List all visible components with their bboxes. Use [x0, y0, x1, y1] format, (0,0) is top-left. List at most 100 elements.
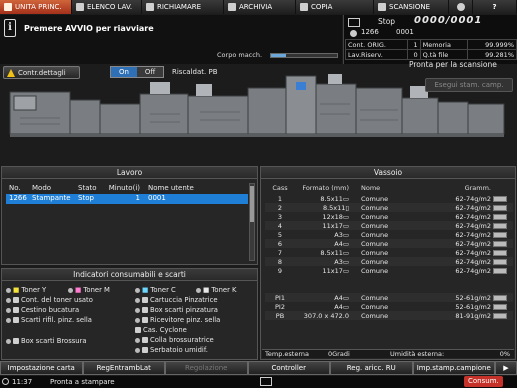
paper-level-icon: [493, 312, 507, 319]
staple-waste-indicator: Box scarti pinzatura: [135, 306, 218, 314]
paper-level-icon: [493, 195, 507, 202]
duplex-adjust-button[interactable]: RegEntrambLat: [82, 361, 165, 375]
tray-panel: Vassoio Cass Formato (mm) Nome Gramm. 1 8…: [260, 166, 516, 360]
status-dot-icon: [6, 307, 11, 313]
warning-icon: [7, 68, 15, 77]
scan-icon: [378, 3, 386, 11]
tab-copia[interactable]: COPIA: [296, 0, 374, 14]
paper-level-icon: [493, 303, 507, 310]
tab-archivia[interactable]: ARCHIVIA: [224, 0, 296, 14]
table-row[interactable]: 1 8.5x11▭ Comune 62-74g/m2: [265, 194, 513, 203]
paper-level-icon: [493, 213, 507, 220]
table-row[interactable]: PB 307.0 x 472.0 Comune 81-91g/m2: [265, 311, 513, 320]
table-row[interactable]: PI1 A4▭ Comune 52-61g/m2: [265, 293, 513, 302]
tab-label: ELENCO LAV.: [87, 3, 133, 11]
job-list-icon: [76, 3, 84, 11]
tab-elenco-lav[interactable]: ELENCO LAV.: [72, 0, 142, 14]
top-tab-bar: UNITA PRINC. ELENCO LAV. RICHIAMARE ARCH…: [0, 0, 517, 14]
sample-print-button[interactable]: Esegui stam. camp.: [425, 78, 513, 92]
status-dot-icon: [135, 317, 140, 323]
tab-label: RICHIAMARE: [157, 3, 202, 11]
tray-format: 8.5x11▭: [320, 194, 349, 203]
tray-paper-name: Comune: [361, 248, 389, 257]
heater-off-button[interactable]: Off: [137, 67, 163, 77]
status-dot-icon: [135, 297, 140, 303]
tray-weight: 62-74g/m2: [455, 266, 491, 275]
help-icon: ?: [492, 3, 497, 11]
tray-format: 8.5x11▯: [322, 203, 349, 212]
status-dot-icon: [135, 287, 140, 293]
heater-toggle: On Off: [110, 66, 164, 78]
tab-richiamare[interactable]: RICHIAMARE: [142, 0, 224, 14]
table-row[interactable]: 4 11x17▭ Comune 62-74g/m2: [265, 221, 513, 230]
table-row[interactable]: 7 8.5x11▭ Comune 62-74g/m2: [265, 248, 513, 257]
table-row[interactable]: 6 A4▭ Comune 62-74g/m2: [265, 239, 513, 248]
waste-toner-indicator: Cont. del toner usato: [6, 296, 93, 304]
details-check-label: Contr.dettagli: [18, 68, 66, 77]
machine-status-panel: Stop 0000/0001 1266 0001 Cont. ORIG. 1 M…: [343, 15, 517, 64]
temp-value: 0Gradi: [328, 350, 350, 358]
toner-c-label: Toner C: [150, 286, 176, 294]
tray-paper-name: Comune: [361, 212, 389, 221]
next-page-button[interactable]: ▶: [495, 361, 517, 375]
job-mode: Stampante: [32, 194, 71, 202]
tab-label: ARCHIVIA: [239, 3, 273, 11]
humidity-label: Umidità esterna:: [390, 350, 445, 358]
controller-button[interactable]: Controller: [247, 361, 330, 375]
status-dot-icon: [135, 307, 140, 313]
table-row[interactable]: 2 8.5x11▯ Comune 62-74g/m2: [265, 203, 513, 212]
details-check-button[interactable]: Contr.dettagli: [3, 66, 80, 79]
tray-paper-name: Comune: [361, 311, 389, 320]
tray-paper-name: Comune: [361, 266, 389, 275]
heater-on-button[interactable]: On: [111, 67, 137, 77]
tray-panel-title: Vassoio: [261, 167, 515, 179]
tray-weight: 62-74g/m2: [455, 248, 491, 257]
table-row[interactable]: 5 A3▭ Comune 62-74g/m2: [265, 230, 513, 239]
job-minutes: 1: [135, 194, 140, 202]
tray-id: 1: [277, 194, 283, 203]
tab-scansione[interactable]: SCANSIONE: [374, 0, 449, 14]
tray-format: A4▭: [334, 293, 349, 302]
humidity-value: 0%: [499, 350, 510, 358]
header-user: Nome utente: [148, 184, 194, 192]
tray-id: 2: [277, 203, 283, 212]
scan-ready-text: Pronta per la scansione: [409, 60, 497, 69]
tray-id: 5: [277, 230, 283, 239]
paper-level-icon: [493, 258, 507, 265]
header-mode: Modo: [32, 184, 52, 192]
tray-format: A4▭: [334, 239, 349, 248]
lav-riserv-label: Lav.Riserv.: [345, 49, 408, 60]
tab-unita-princ[interactable]: UNITA PRINC.: [0, 0, 72, 14]
tray-weight: 62-74g/m2: [455, 221, 491, 230]
waste-toner-label: Cont. del toner usato: [21, 296, 93, 304]
table-row[interactable]: 1266 Stampante Stop 1 0001: [6, 194, 248, 204]
job-scrollbar[interactable]: [249, 183, 255, 261]
header-state: Stato: [78, 184, 97, 192]
status-dot-icon: [6, 317, 11, 323]
curl-adjust-button[interactable]: Reg. aricc. RU: [330, 361, 413, 375]
sample-print-setting-button[interactable]: Imp.stamp.campione: [412, 361, 495, 375]
tray-weight: 62-74g/m2: [455, 230, 491, 239]
tray-format: 8.5x11▭: [320, 248, 349, 257]
copy-icon: [300, 3, 308, 11]
header-format: Formato (mm): [302, 184, 349, 192]
adjustment-button[interactable]: Regolazione: [165, 361, 248, 375]
paper-setting-button[interactable]: Impostazione carta: [0, 361, 83, 375]
table-row[interactable]: 8 A3▭ Comune 62-74g/m2: [265, 257, 513, 266]
status-dot-icon: [196, 287, 201, 293]
tab-settings[interactable]: [449, 0, 473, 14]
waste-box-icon: [13, 338, 19, 344]
table-row[interactable]: PI2 A4▭ Comune 52-61g/m2: [265, 302, 513, 311]
glue-label: Colla brossuratrice: [150, 336, 214, 344]
trim-waste-label: Scarti rifil. pinz. sella: [21, 316, 92, 324]
paper-level-icon: [493, 204, 507, 211]
consumables-alert-button[interactable]: Consum.: [464, 376, 503, 387]
trim-waste-indicator: Scarti rifil. pinz. sella: [6, 316, 92, 324]
user-name: 0001: [396, 28, 414, 36]
keyboard-icon[interactable]: [260, 377, 272, 386]
tray-id: 8: [277, 257, 283, 266]
table-row[interactable]: 9 11x17▭ Comune 62-74g/m2: [265, 266, 513, 275]
temp-label: Temp.esterna: [265, 350, 309, 358]
table-row[interactable]: 3 12x18▭ Comune 62-74g/m2: [265, 212, 513, 221]
tab-help[interactable]: ?: [473, 0, 517, 14]
